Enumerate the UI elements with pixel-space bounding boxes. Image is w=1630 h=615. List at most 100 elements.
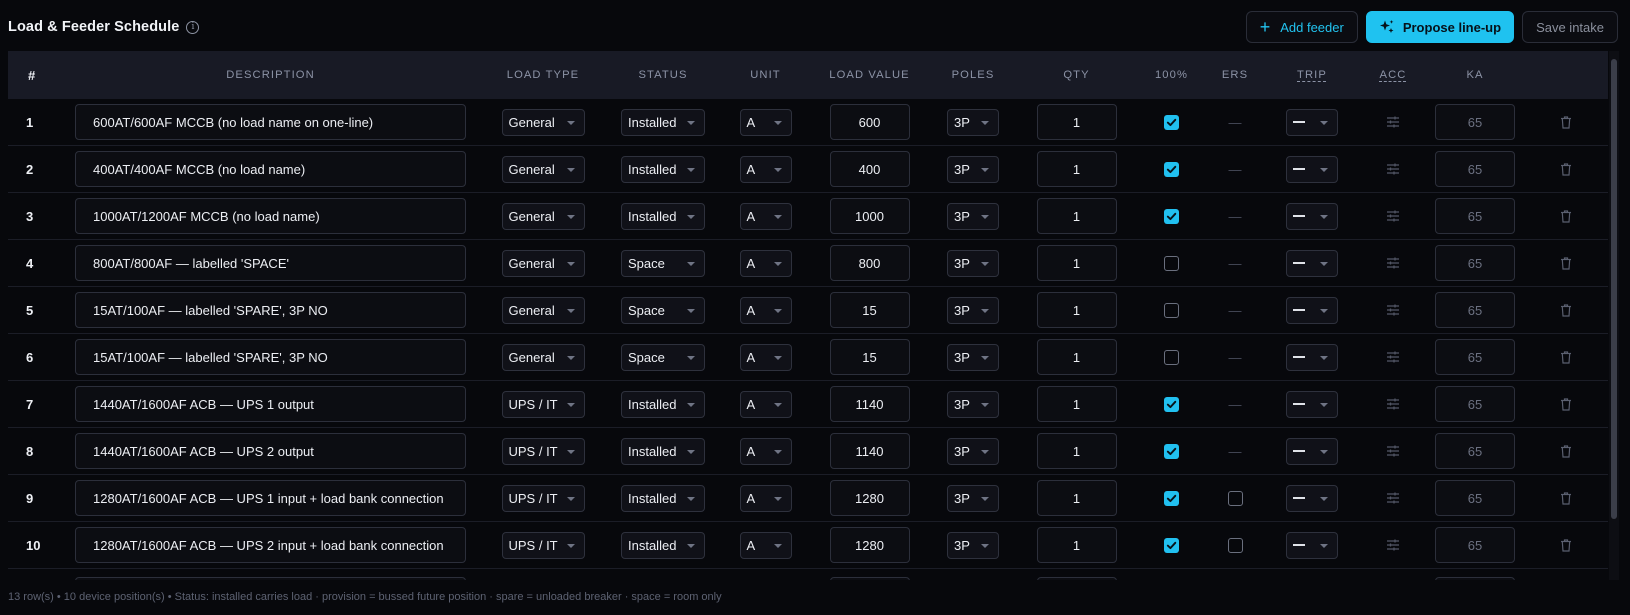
sliders-icon[interactable] — [1386, 257, 1400, 269]
propose-line-up-button[interactable]: Propose line-up — [1365, 11, 1515, 43]
sliders-icon[interactable] — [1386, 398, 1400, 410]
load-value-input[interactable]: 400 — [829, 151, 910, 187]
rated-100-checkbox[interactable] — [1164, 114, 1179, 130]
trip-select[interactable] — [1286, 108, 1338, 136]
poles-select[interactable]: 3P — [947, 202, 999, 230]
description-input[interactable] — [75, 577, 466, 580]
status-select[interactable]: Space — [621, 249, 705, 277]
status-select[interactable]: Installed — [621, 484, 705, 512]
trip-select[interactable] — [1286, 249, 1338, 277]
save-intake-button[interactable]: Save intake — [1522, 11, 1618, 43]
rated-100-checkbox[interactable] — [1164, 396, 1179, 412]
description-input[interactable]: 1000AT/1200AF MCCB (no load name) — [75, 198, 466, 234]
poles-select[interactable]: 3P — [947, 108, 999, 136]
poles-select[interactable]: 3P — [947, 484, 999, 512]
unit-select[interactable]: A — [739, 155, 792, 183]
qty-input[interactable]: 1 — [1036, 433, 1117, 469]
qty-input[interactable]: 1 — [1036, 386, 1117, 422]
load-type-select[interactable]: General — [501, 343, 585, 371]
load-type-select[interactable]: General — [501, 108, 585, 136]
status-select[interactable]: Installed — [621, 437, 705, 465]
scrollbar-thumb[interactable] — [1611, 59, 1617, 519]
rated-100-checkbox[interactable] — [1164, 161, 1179, 177]
ka-input[interactable]: 65 — [1435, 433, 1515, 469]
column-header-trip[interactable]: TRIP — [1265, 69, 1359, 81]
trash-icon[interactable] — [1560, 162, 1572, 176]
load-type-select[interactable]: General — [501, 202, 585, 230]
unit-select[interactable]: A — [739, 390, 792, 418]
trip-select[interactable] — [1286, 437, 1338, 465]
sliders-icon[interactable] — [1386, 351, 1400, 363]
description-input[interactable]: 800AT/800AF — labelled 'SPACE' — [75, 245, 466, 281]
rated-100-checkbox[interactable] — [1164, 349, 1179, 365]
load-value-input[interactable]: 1140 — [829, 386, 910, 422]
load-type-select[interactable]: General — [501, 155, 585, 183]
qty-input[interactable]: 1 — [1036, 339, 1117, 375]
rated-100-checkbox[interactable] — [1164, 537, 1179, 553]
rated-100-checkbox[interactable] — [1164, 255, 1179, 271]
trash-icon[interactable] — [1560, 397, 1572, 411]
poles-select[interactable]: 3P — [947, 155, 999, 183]
qty-input[interactable]: 1 — [1036, 480, 1117, 516]
trash-icon[interactable] — [1560, 115, 1572, 129]
poles-select[interactable]: 3P — [947, 249, 999, 277]
qty-input[interactable] — [1036, 577, 1117, 580]
trip-select[interactable] — [1286, 155, 1338, 183]
unit-select[interactable]: A — [739, 343, 792, 371]
ka-input[interactable]: 65 — [1435, 386, 1515, 422]
load-value-input[interactable]: 1280 — [829, 480, 910, 516]
vertical-scrollbar[interactable] — [1609, 51, 1619, 580]
unit-select[interactable]: A — [739, 437, 792, 465]
load-value-input[interactable]: 800 — [829, 245, 910, 281]
poles-select[interactable]: 3P — [947, 437, 999, 465]
sliders-icon[interactable] — [1386, 539, 1400, 551]
ka-input[interactable]: 65 — [1435, 151, 1515, 187]
poles-select[interactable]: 3P — [947, 296, 999, 324]
load-value-input[interactable]: 600 — [829, 104, 910, 140]
rated-100-checkbox[interactable] — [1164, 302, 1179, 318]
trip-select[interactable] — [1286, 531, 1338, 559]
poles-select[interactable]: 3P — [947, 390, 999, 418]
ka-input[interactable]: 65 — [1435, 527, 1515, 563]
ka-input[interactable]: 65 — [1435, 292, 1515, 328]
sliders-icon[interactable] — [1386, 210, 1400, 222]
trip-select[interactable] — [1286, 296, 1338, 324]
qty-input[interactable]: 1 — [1036, 151, 1117, 187]
description-input[interactable]: 600AT/600AF MCCB (no load name on one-li… — [75, 104, 466, 140]
trash-icon[interactable] — [1560, 350, 1572, 364]
qty-input[interactable]: 1 — [1036, 104, 1117, 140]
trash-icon[interactable] — [1560, 538, 1572, 552]
description-input[interactable]: 15AT/100AF — labelled 'SPARE', 3P NO — [75, 339, 466, 375]
status-select[interactable]: Installed — [621, 202, 705, 230]
trip-select[interactable] — [1286, 343, 1338, 371]
load-value-input[interactable]: 15 — [829, 339, 910, 375]
load-value-input[interactable] — [829, 577, 910, 580]
status-select[interactable]: Installed — [621, 155, 705, 183]
description-input[interactable]: 1280AT/1600AF ACB — UPS 2 input + load b… — [75, 527, 466, 563]
unit-select[interactable]: A — [739, 249, 792, 277]
load-value-input[interactable]: 15 — [829, 292, 910, 328]
qty-input[interactable]: 1 — [1036, 245, 1117, 281]
unit-select[interactable]: A — [739, 108, 792, 136]
trash-icon[interactable] — [1560, 491, 1572, 505]
status-select[interactable]: Installed — [621, 531, 705, 559]
ka-input[interactable]: 65 — [1435, 198, 1515, 234]
sliders-icon[interactable] — [1386, 445, 1400, 457]
load-type-select[interactable]: General — [501, 296, 585, 324]
description-input[interactable]: 1440AT/1600AF ACB — UPS 1 output — [75, 386, 466, 422]
sliders-icon[interactable] — [1386, 304, 1400, 316]
ka-input[interactable] — [1435, 577, 1515, 580]
ka-input[interactable]: 65 — [1435, 245, 1515, 281]
load-value-input[interactable]: 1280 — [829, 527, 910, 563]
load-value-input[interactable]: 1140 — [829, 433, 910, 469]
add-feeder-button[interactable]: + Add feeder — [1245, 11, 1358, 43]
load-type-select[interactable]: UPS / IT — [501, 390, 585, 418]
qty-input[interactable]: 1 — [1036, 292, 1117, 328]
rated-100-checkbox[interactable] — [1164, 208, 1179, 224]
rated-100-checkbox[interactable] — [1164, 490, 1179, 506]
sliders-icon[interactable] — [1386, 163, 1400, 175]
unit-select[interactable]: A — [739, 484, 792, 512]
ka-input[interactable]: 65 — [1435, 104, 1515, 140]
load-value-input[interactable]: 1000 — [829, 198, 910, 234]
trash-icon[interactable] — [1560, 303, 1572, 317]
